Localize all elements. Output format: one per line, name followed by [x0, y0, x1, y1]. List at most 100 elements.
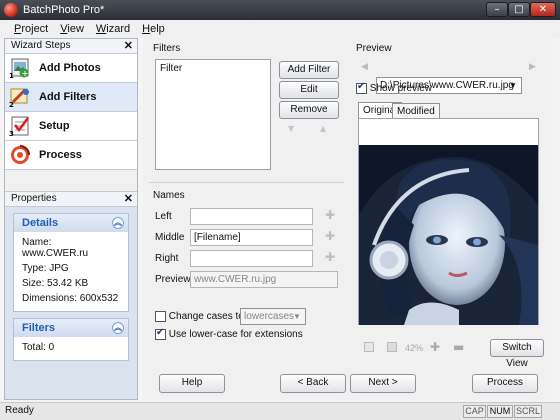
filters-summary-header[interactable]: Filters ︽	[14, 319, 128, 337]
details-title: Details	[22, 217, 59, 229]
step-add-photos[interactable]: +1 Add Photos	[5, 54, 137, 83]
change-cases-checkbox[interactable]	[155, 311, 166, 322]
svg-text:2: 2	[9, 101, 14, 108]
detail-type: Type: JPG	[22, 263, 69, 274]
move-up-icon[interactable]: ▲	[320, 124, 326, 133]
edit-filter-button[interactable]: Edit	[279, 81, 339, 99]
show-preview-label: Show preview	[369, 83, 433, 95]
menu-wizard[interactable]: Wizard	[96, 23, 130, 35]
app-icon	[4, 3, 18, 17]
case-select[interactable]: lowercases ▼	[240, 308, 306, 325]
middle-label: Middle	[155, 232, 185, 243]
svg-text:+: +	[22, 69, 29, 78]
status-text: Ready	[5, 405, 34, 416]
add-middle-token-icon[interactable]: ✚	[325, 229, 335, 243]
svg-text:3: 3	[9, 130, 14, 137]
setup-checklist-icon: 3	[9, 115, 31, 138]
step-label: Add Filters	[39, 91, 97, 103]
chevron-down-icon: ▼	[293, 312, 301, 321]
filters-group-label: Filters	[153, 43, 181, 54]
left-label: Left	[155, 211, 172, 222]
chevron-down-icon: ▼	[509, 81, 517, 90]
main-panel: Filters Filter Add Filter Edit Remove ▼ …	[143, 38, 552, 400]
fit-to-window-icon[interactable]	[364, 342, 374, 352]
process-button[interactable]: Process	[472, 374, 538, 393]
details-box: Details ︽ Name: www.CWER.ru Type: JPG Si…	[13, 213, 129, 312]
menu-view[interactable]: View	[60, 23, 84, 35]
details-header[interactable]: Details ︽	[14, 214, 128, 232]
sidebar: Wizard Steps ✕ +1 Add Photos 2 Add Filte…	[4, 38, 138, 400]
previous-image-icon[interactable]: ◀	[361, 62, 368, 72]
zoom-level: 42%	[405, 343, 424, 353]
num-lock-indicator: NUM	[487, 405, 513, 418]
tab-modified[interactable]: Modified	[392, 103, 440, 119]
right-name-input[interactable]	[190, 250, 313, 267]
filters-total: Total: 0	[22, 342, 55, 353]
left-name-input[interactable]	[190, 208, 313, 225]
preview-frame	[358, 118, 539, 325]
properties-header: Properties ✕	[5, 192, 137, 207]
move-down-icon[interactable]: ▼	[288, 124, 294, 133]
change-cases-label: Change cases to	[168, 311, 244, 323]
detail-size: Size: 53.42 KB	[22, 278, 89, 289]
add-filter-button[interactable]: Add Filter	[279, 61, 339, 79]
remove-filter-button[interactable]: Remove	[279, 101, 339, 119]
lowercase-extension-option[interactable]: Use lower-case for extensions	[155, 327, 303, 341]
next-image-icon[interactable]: ▶	[529, 62, 536, 72]
scroll-lock-indicator: SCRL	[514, 405, 542, 418]
next-button[interactable]: Next >	[350, 374, 416, 393]
lowercase-extension-checkbox[interactable]	[155, 327, 166, 340]
menu-project[interactable]: Project	[14, 23, 48, 35]
switch-view-button[interactable]: Switch View	[490, 339, 544, 369]
title-bar: BatchPhoto Pro*	[0, 0, 560, 20]
minimize-button[interactable]: –	[486, 2, 508, 17]
name-preview-label: Preview	[155, 274, 191, 285]
window-title: BatchPhoto Pro*	[23, 4, 105, 16]
filters-summary-box: Filters ︽ Total: 0	[13, 318, 129, 361]
detail-dimensions: Dimensions: 600x532	[22, 293, 119, 304]
wizard-close-icon[interactable]: ✕	[124, 39, 133, 53]
step-setup[interactable]: 3 Setup	[5, 112, 137, 141]
preview-group-label: Preview	[356, 43, 392, 54]
show-preview-checkbox[interactable]	[356, 81, 367, 94]
name-preview-field: www.CWER.ru.jpg	[190, 271, 338, 288]
properties-title: Properties	[11, 193, 57, 204]
zoom-out-icon[interactable]: ▬	[453, 340, 464, 354]
lowercase-extension-label: Use lower-case for extensions	[168, 329, 303, 341]
detail-name: Name: www.CWER.ru	[22, 237, 89, 259]
caps-lock-indicator: CAP	[463, 405, 486, 418]
add-right-token-icon[interactable]: ✚	[325, 250, 335, 264]
add-filters-icon: 2	[9, 86, 31, 109]
filters-summary-title: Filters	[22, 322, 56, 334]
back-button[interactable]: < Back	[280, 374, 346, 393]
help-button[interactable]: Help	[159, 374, 225, 393]
status-bar: Ready CAP NUM SCRL	[0, 402, 560, 420]
step-label: Setup	[39, 120, 70, 132]
menu-bar: Project View Wizard Help	[0, 20, 560, 38]
preview-image	[359, 145, 538, 325]
change-cases-option[interactable]: Change cases to	[155, 311, 244, 322]
show-preview-option[interactable]: Show preview	[356, 81, 433, 95]
filters-list[interactable]: Filter	[155, 59, 271, 170]
properties-panel: Details ︽ Name: www.CWER.ru Type: JPG Si…	[5, 213, 137, 361]
properties-close-icon[interactable]: ✕	[124, 192, 133, 206]
step-label: Process	[39, 149, 82, 161]
process-icon	[9, 144, 31, 166]
collapse-chevron-icon[interactable]: ︽	[112, 217, 124, 229]
add-photos-icon: +1	[9, 57, 31, 80]
step-process[interactable]: Process	[5, 141, 137, 170]
wizard-steps-header: Wizard Steps ✕	[5, 39, 137, 54]
menu-help[interactable]: Help	[142, 23, 165, 35]
wizard-steps-title: Wizard Steps	[11, 40, 71, 51]
zoom-in-icon[interactable]: ✚	[430, 340, 440, 354]
step-label: Add Photos	[39, 62, 101, 74]
actual-size-icon[interactable]	[387, 342, 397, 352]
close-button[interactable]: ✕	[530, 2, 556, 17]
step-add-filters[interactable]: 2 Add Filters	[5, 83, 137, 112]
svg-text:1: 1	[9, 72, 14, 79]
collapse-chevron-icon[interactable]: ︽	[112, 322, 124, 334]
filters-list-header: Filter	[160, 63, 183, 74]
maximize-button[interactable]: □	[508, 2, 530, 17]
middle-name-input[interactable]: [Filename]	[190, 229, 313, 246]
add-left-token-icon[interactable]: ✚	[325, 208, 335, 222]
